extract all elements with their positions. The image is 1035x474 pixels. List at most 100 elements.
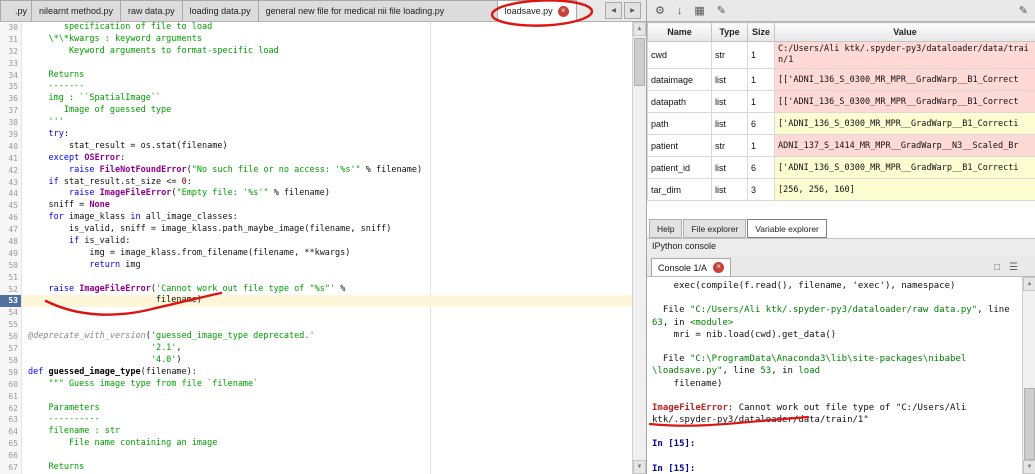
console-scrollbar[interactable]: ▲ ▼ bbox=[1022, 277, 1035, 474]
line-number[interactable]: 67 bbox=[0, 462, 22, 474]
console-scroll-down-icon[interactable]: ▼ bbox=[1023, 460, 1035, 474]
tab-scroll-right-button[interactable]: ▶ bbox=[624, 2, 641, 19]
editor-tab[interactable]: .py bbox=[0, 0, 32, 21]
variable-size-cell[interactable]: 1 bbox=[748, 42, 775, 69]
line-number[interactable]: 36 bbox=[0, 93, 22, 105]
line-number[interactable]: 38 bbox=[0, 117, 22, 129]
options-menu-icon[interactable]: ☰ bbox=[1009, 262, 1018, 273]
line-number[interactable]: 39 bbox=[0, 129, 22, 141]
column-header[interactable]: Value bbox=[775, 23, 1035, 42]
line-number[interactable]: 58 bbox=[0, 355, 22, 367]
variable-name-cell[interactable]: patient bbox=[648, 135, 712, 157]
variable-row[interactable]: tar_dimlist3[256, 256, 160] bbox=[648, 179, 1035, 201]
variable-size-cell[interactable]: 1 bbox=[748, 91, 775, 113]
variable-type-cell[interactable]: list bbox=[712, 113, 748, 135]
line-number[interactable]: 62 bbox=[0, 403, 22, 415]
variable-name-cell[interactable]: datapath bbox=[648, 91, 712, 113]
console-tab[interactable]: Console 1/A × bbox=[651, 258, 731, 276]
pane-pencil-icon[interactable]: ✎ bbox=[1019, 4, 1028, 17]
line-number[interactable]: 44 bbox=[0, 188, 22, 200]
variable-size-cell[interactable]: 6 bbox=[748, 157, 775, 179]
variable-name-cell[interactable]: patient_id bbox=[648, 157, 712, 179]
line-number[interactable]: 47 bbox=[0, 224, 22, 236]
variable-size-cell[interactable]: 3 bbox=[748, 179, 775, 201]
scroll-up-icon[interactable]: ▲ bbox=[633, 22, 646, 36]
console-close-icon[interactable]: × bbox=[713, 262, 724, 273]
line-number[interactable]: 63 bbox=[0, 414, 22, 426]
line-number[interactable]: 57 bbox=[0, 343, 22, 355]
line-number[interactable]: 53 bbox=[0, 295, 22, 307]
line-number[interactable]: 61 bbox=[0, 391, 22, 403]
editor-tab[interactable]: loadsave.py× bbox=[497, 0, 577, 22]
variable-name-cell[interactable]: tar_dim bbox=[648, 179, 712, 201]
pane-tab-variable-explorer[interactable]: Variable explorer bbox=[747, 219, 827, 238]
line-number[interactable]: 50 bbox=[0, 260, 22, 272]
line-number[interactable]: 34 bbox=[0, 70, 22, 82]
line-number[interactable]: 59 bbox=[0, 367, 22, 379]
variable-row[interactable]: cwdstr1C:/Users/Ali ktk/.spyder-py3/data… bbox=[648, 42, 1035, 69]
variable-type-cell[interactable]: str bbox=[712, 135, 748, 157]
variable-name-cell[interactable]: dataimage bbox=[648, 69, 712, 91]
editor-tab[interactable]: loading data.py bbox=[182, 0, 259, 21]
line-number[interactable]: 49 bbox=[0, 248, 22, 260]
pane-tab-file-explorer[interactable]: File explorer bbox=[683, 219, 746, 238]
editor-tab[interactable]: raw data.py bbox=[120, 0, 183, 21]
console-scrollbar-thumb[interactable] bbox=[1024, 388, 1035, 460]
editor-tab[interactable]: general new file for medical nii file lo… bbox=[258, 0, 498, 21]
line-number[interactable]: 37 bbox=[0, 105, 22, 117]
variable-name-cell[interactable]: path bbox=[648, 113, 712, 135]
scroll-down-icon[interactable]: ▼ bbox=[633, 460, 646, 474]
line-number[interactable]: 54 bbox=[0, 307, 22, 319]
line-number[interactable]: 60 bbox=[0, 379, 22, 391]
grid-icon[interactable]: ▦ bbox=[694, 4, 704, 17]
line-number[interactable]: 35 bbox=[0, 81, 22, 93]
variable-value-cell[interactable]: ['ADNI_136_S_0300_MR_MPR__GradWarp__B1_C… bbox=[775, 113, 1035, 135]
column-header[interactable]: Type bbox=[712, 23, 748, 42]
variable-type-cell[interactable]: list bbox=[712, 179, 748, 201]
line-number[interactable]: 55 bbox=[0, 319, 22, 331]
console-scroll-up-icon[interactable]: ▲ bbox=[1023, 277, 1035, 291]
variable-value-cell[interactable]: C:/Users/Ali ktk/.spyder-py3/dataloader/… bbox=[775, 42, 1035, 69]
line-number[interactable]: 64 bbox=[0, 426, 22, 438]
line-number[interactable]: 43 bbox=[0, 177, 22, 189]
pane-tab-help[interactable]: Help bbox=[649, 219, 682, 238]
editor-scrollbar[interactable]: ▲ ▼ bbox=[632, 22, 646, 474]
tab-close-icon[interactable]: × bbox=[558, 6, 569, 17]
variable-row[interactable]: patient_idlist6['ADNI_136_S_0300_MR_MPR_… bbox=[648, 157, 1035, 179]
variable-value-cell[interactable]: [256, 256, 160] bbox=[775, 179, 1035, 201]
line-number[interactable]: 48 bbox=[0, 236, 22, 248]
line-number[interactable]: 40 bbox=[0, 141, 22, 153]
variable-value-cell[interactable]: [['ADNI_136_S_0300_MR_MPR__GradWarp__B1_… bbox=[775, 69, 1035, 91]
code-editor[interactable]: 30 specification of file to load31 \*\*k… bbox=[0, 22, 633, 474]
line-number[interactable]: 56 bbox=[0, 331, 22, 343]
line-number[interactable]: 42 bbox=[0, 165, 22, 177]
variable-value-cell[interactable]: [['ADNI_136_S_0300_MR_MPR__GradWarp__B1_… bbox=[775, 91, 1035, 113]
ipython-console[interactable]: exec(compile(f.read(), filename, 'exec')… bbox=[647, 277, 1023, 474]
variable-size-cell[interactable]: 1 bbox=[748, 135, 775, 157]
variable-row[interactable]: datapathlist1[['ADNI_136_S_0300_MR_MPR__… bbox=[648, 91, 1035, 113]
line-number[interactable]: 46 bbox=[0, 212, 22, 224]
square-icon[interactable]: □ bbox=[994, 262, 1000, 273]
variable-value-cell[interactable]: ['ADNI_136_S_0300_MR_MPR__GradWarp__B1_C… bbox=[775, 157, 1035, 179]
editor-scrollbar-thumb[interactable] bbox=[634, 38, 645, 86]
line-number[interactable]: 33 bbox=[0, 58, 22, 70]
line-number[interactable]: 45 bbox=[0, 200, 22, 212]
gear-icon[interactable]: ⚙ bbox=[655, 4, 665, 17]
editor-tab[interactable]: nilearnt method.py bbox=[31, 0, 121, 21]
line-number[interactable]: 52 bbox=[0, 284, 22, 296]
variable-row[interactable]: pathlist6['ADNI_136_S_0300_MR_MPR__GradW… bbox=[648, 113, 1035, 135]
line-number[interactable]: 32 bbox=[0, 46, 22, 58]
variable-row[interactable]: patientstr1ADNI_137_S_1414_MR_MPR__GradW… bbox=[648, 135, 1035, 157]
variable-type-cell[interactable]: str bbox=[712, 42, 748, 69]
variable-value-cell[interactable]: ADNI_137_S_1414_MR_MPR__GradWarp__N3__Sc… bbox=[775, 135, 1035, 157]
line-number[interactable]: 65 bbox=[0, 438, 22, 450]
variable-type-cell[interactable]: list bbox=[712, 157, 748, 179]
line-number[interactable]: 51 bbox=[0, 272, 22, 284]
variable-size-cell[interactable]: 1 bbox=[748, 69, 775, 91]
column-header[interactable]: Size bbox=[748, 23, 775, 42]
tab-scroll-left-button[interactable]: ◀ bbox=[605, 2, 622, 19]
pencil-icon[interactable]: ✎ bbox=[717, 4, 726, 17]
line-number[interactable]: 30 bbox=[0, 22, 22, 34]
variable-row[interactable]: dataimagelist1[['ADNI_136_S_0300_MR_MPR_… bbox=[648, 69, 1035, 91]
line-number[interactable]: 41 bbox=[0, 153, 22, 165]
